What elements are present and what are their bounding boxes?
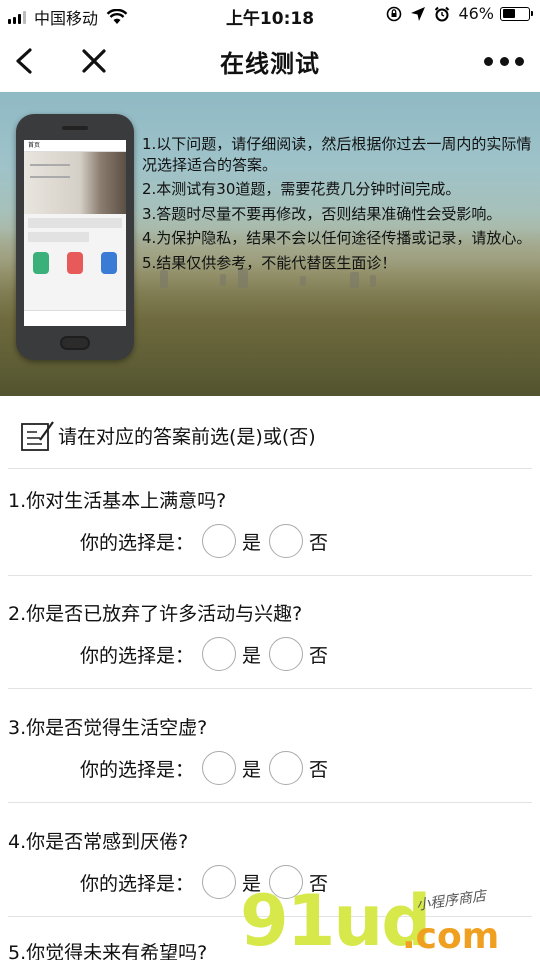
divider: [8, 575, 532, 576]
choice-label: 你的选择是：: [80, 644, 195, 667]
no-label: 否: [309, 758, 329, 781]
question-text: 2.你是否已放弃了许多活动与兴趣?: [8, 603, 303, 625]
page-title: 在线测试: [220, 50, 320, 78]
instruction-line: 5.结果仅供参考，不能代替医生面诊！: [142, 253, 397, 272]
question-text: 5.你觉得未来有希望吗?: [8, 942, 208, 960]
battery-icon: [500, 6, 533, 21]
question-text: 4.你是否常感到厌倦?: [8, 831, 189, 853]
no-radio[interactable]: [269, 524, 304, 558]
question-item: 3.你是否觉得生活空虚? 你的选择是： 是 否: [0, 695, 540, 809]
no-radio[interactable]: [269, 637, 304, 671]
yes-radio[interactable]: [202, 751, 237, 785]
question-item: 1.你对生活基本上满意吗? 你的选择是： 是 否: [0, 468, 540, 582]
question-item: 5.你觉得未来有希望吗?: [0, 920, 540, 960]
instruction-line: 1.以下问题，请仔细阅读，然后根据你过去一周内的实际情况选择适合的答案。: [142, 135, 532, 174]
question-item: 2.你是否已放弃了许多活动与兴趣? 你的选择是： 是 否: [0, 581, 540, 695]
question-text: 3.你是否觉得生活空虚?: [8, 717, 208, 739]
no-label: 否: [309, 531, 329, 554]
answer-choice: 你的选择是： 是 否: [80, 865, 336, 899]
no-radio[interactable]: [269, 865, 304, 899]
yes-label: 是: [242, 644, 262, 667]
edit-icon: [21, 421, 54, 451]
yes-label: 是: [242, 758, 262, 781]
answer-choice: 你的选择是： 是 否: [80, 751, 336, 785]
yes-radio[interactable]: [202, 637, 237, 671]
more-icon[interactable]: [484, 48, 524, 74]
instruction-line: 3.答题时尽量不要再修改，否则结果准确性会受影响。: [142, 204, 502, 223]
answer-choice: 你的选择是： 是 否: [80, 637, 336, 671]
instruction-text: 请在对应的答案前选(是)或(否): [58, 426, 316, 448]
question-item: 4.你是否常感到厌倦? 你的选择是： 是 否: [0, 809, 540, 923]
banner: 首页 1.以下问题，请仔细阅读，然后根据你过去一周内的实际情况选择适合的答案。 …: [0, 92, 540, 396]
location-icon: [411, 6, 426, 21]
divider: [8, 688, 532, 689]
choice-label: 你的选择是：: [80, 758, 195, 781]
yes-radio[interactable]: [202, 865, 237, 899]
phone-illustration: 首页: [16, 114, 134, 360]
instruction-row: 请在对应的答案前选(是)或(否): [0, 396, 540, 468]
phone-screen: 首页: [24, 140, 126, 326]
no-label: 否: [309, 872, 329, 895]
yes-radio[interactable]: [202, 524, 237, 558]
status-bar: 中国移动 上午10:18 46%: [0, 0, 540, 30]
instruction-line: 2.本测试有30道题，需要花费几分钟时间完成。: [142, 180, 461, 198]
choice-label: 你的选择是：: [80, 872, 195, 895]
battery-percent: 46%: [458, 4, 494, 23]
alarm-icon: [435, 6, 450, 21]
nav-bar: 在线测试: [0, 30, 540, 92]
stone-decoration: [300, 276, 306, 286]
instruction-line: 4.为保护隐私，结果不会以任何途径传播或记录，请放心。: [142, 229, 532, 247]
yes-label: 是: [242, 872, 262, 895]
yes-label: 是: [242, 531, 262, 554]
phone-screen-title: 首页: [24, 140, 126, 152]
divider: [8, 916, 532, 917]
banner-instructions: 1.以下问题，请仔细阅读，然后根据你过去一周内的实际情况选择适合的答案。 2.本…: [142, 134, 538, 277]
answer-choice: 你的选择是： 是 否: [80, 524, 336, 558]
no-label: 否: [309, 644, 329, 667]
divider: [8, 802, 532, 803]
status-right: 46%: [386, 4, 533, 23]
rotation-lock-icon: [387, 6, 402, 21]
choice-label: 你的选择是：: [80, 531, 195, 554]
no-radio[interactable]: [269, 751, 304, 785]
question-text: 1.你对生活基本上满意吗?: [8, 490, 227, 512]
